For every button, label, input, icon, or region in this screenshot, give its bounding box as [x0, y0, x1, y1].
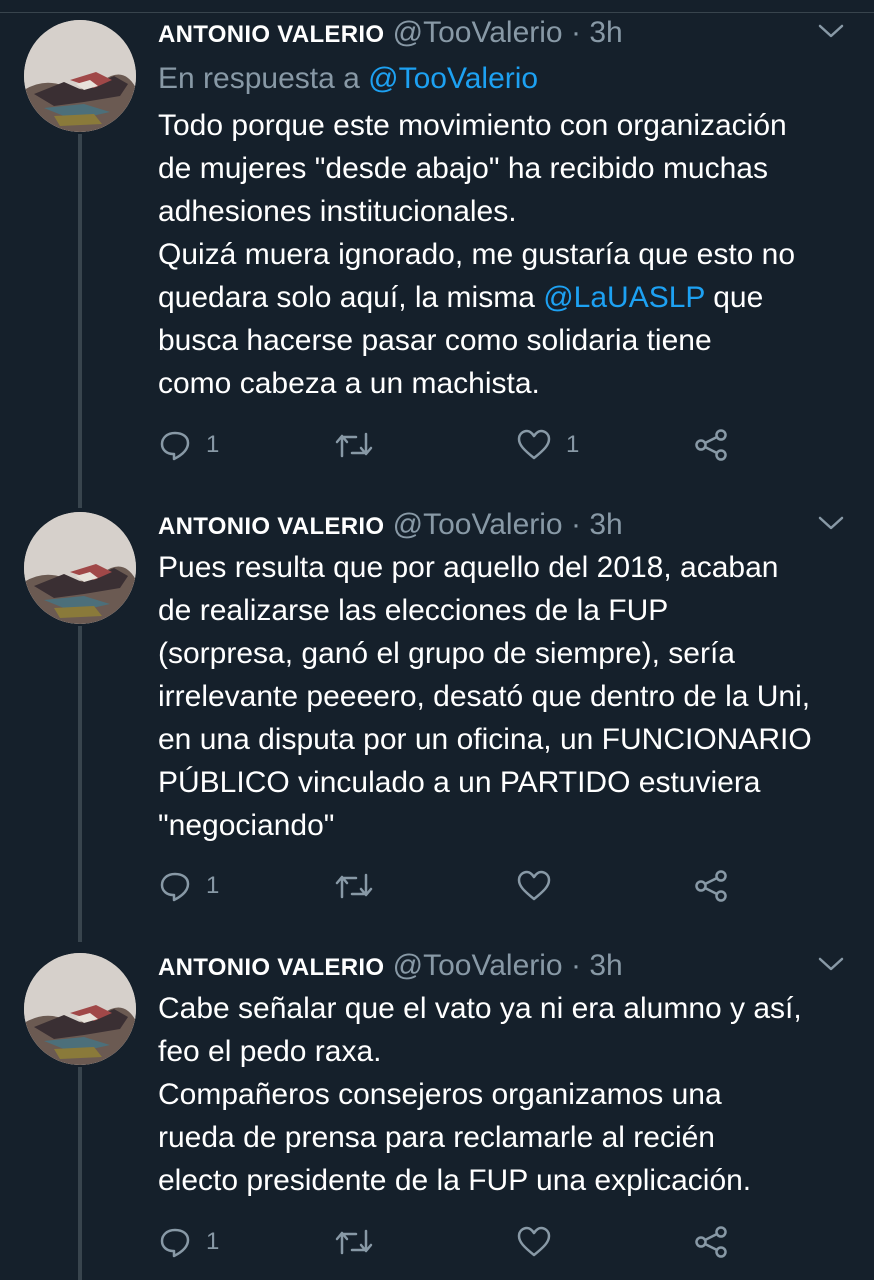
like-button[interactable]: 1 [516, 425, 579, 465]
retweet-icon [334, 428, 374, 462]
share-button[interactable] [694, 425, 728, 465]
thread-line [78, 1067, 82, 1280]
timestamp[interactable]: 3h [589, 949, 622, 982]
author-handle[interactable]: @TooValerio [393, 949, 563, 982]
share-button[interactable] [694, 1222, 728, 1262]
reply-button[interactable]: 1 [158, 425, 219, 465]
chevron-down-icon[interactable] [816, 949, 846, 979]
reply-prefix: En respuesta a [158, 62, 360, 95]
heart-icon [516, 1225, 552, 1259]
reply-context: En respuesta a @TooValerio [158, 58, 858, 100]
share-icon [694, 1225, 728, 1259]
share-icon [694, 428, 728, 462]
author-handle[interactable]: @TooValerio [393, 508, 563, 541]
reply-button[interactable]: 1 [158, 1222, 219, 1262]
like-button[interactable] [516, 1222, 566, 1262]
timestamp[interactable]: 3h [589, 16, 622, 49]
action-bar: 1 1 [158, 425, 758, 465]
separator-dot: · [570, 508, 581, 541]
reply-icon [158, 1225, 192, 1259]
reply-icon [158, 869, 192, 903]
action-bar: 1 [158, 866, 758, 906]
tweet-header: ANTONIO VALERIO @TooValerio · 3h [158, 949, 858, 983]
reply-button[interactable]: 1 [158, 866, 219, 906]
share-button[interactable] [694, 866, 728, 906]
tweet-header: ANTONIO VALERIO @TooValerio · 3h [158, 508, 858, 542]
retweet-button[interactable] [334, 866, 388, 906]
reply-count: 1 [206, 1228, 220, 1255]
reply-to-link[interactable]: @TooValerio [368, 62, 538, 95]
mention-link[interactable]: @LaUASLP [543, 281, 705, 314]
reply-count: 1 [206, 872, 220, 899]
tweet[interactable]: ANTONIO VALERIO @TooValerio · 3h En resp… [0, 0, 874, 508]
retweet-button[interactable] [334, 1222, 388, 1262]
reply-count: 1 [206, 431, 220, 458]
tweet-text: Pues resulta que por aquello del 2018, a… [158, 551, 812, 842]
chevron-down-icon[interactable] [816, 16, 846, 46]
action-bar: 1 [158, 1222, 758, 1262]
heart-icon [516, 869, 552, 903]
timestamp[interactable]: 3h [589, 508, 622, 541]
share-icon [694, 869, 728, 903]
thread-line [78, 134, 82, 508]
tweet-text: Todo porque este movimiento con organiza… [158, 104, 858, 405]
separator-dot: · [570, 16, 581, 49]
chevron-down-icon[interactable] [816, 508, 846, 538]
thread-line [78, 626, 82, 942]
author-name[interactable]: ANTONIO VALERIO [158, 954, 384, 981]
reply-icon [158, 428, 192, 462]
author-name[interactable]: ANTONIO VALERIO [158, 513, 384, 540]
avatar[interactable] [24, 20, 136, 132]
separator-dot: · [570, 949, 581, 982]
avatar[interactable] [24, 953, 136, 1065]
author-handle[interactable]: @TooValerio [393, 16, 563, 49]
tweet-header: ANTONIO VALERIO @TooValerio · 3h [158, 16, 858, 50]
tweet[interactable]: ANTONIO VALERIO @TooValerio · 3h Cabe se… [0, 933, 874, 1280]
tweet-text: Cabe señalar que el vato ya ni era alumn… [158, 992, 802, 1197]
tweet[interactable]: ANTONIO VALERIO @TooValerio · 3h Pues re… [0, 492, 874, 942]
retweet-icon [334, 869, 374, 903]
author-name[interactable]: ANTONIO VALERIO [158, 21, 384, 48]
avatar[interactable] [24, 512, 136, 624]
retweet-icon [334, 1225, 374, 1259]
like-button[interactable] [516, 866, 566, 906]
retweet-button[interactable] [334, 425, 388, 465]
heart-icon [516, 428, 552, 462]
like-count: 1 [566, 431, 580, 458]
